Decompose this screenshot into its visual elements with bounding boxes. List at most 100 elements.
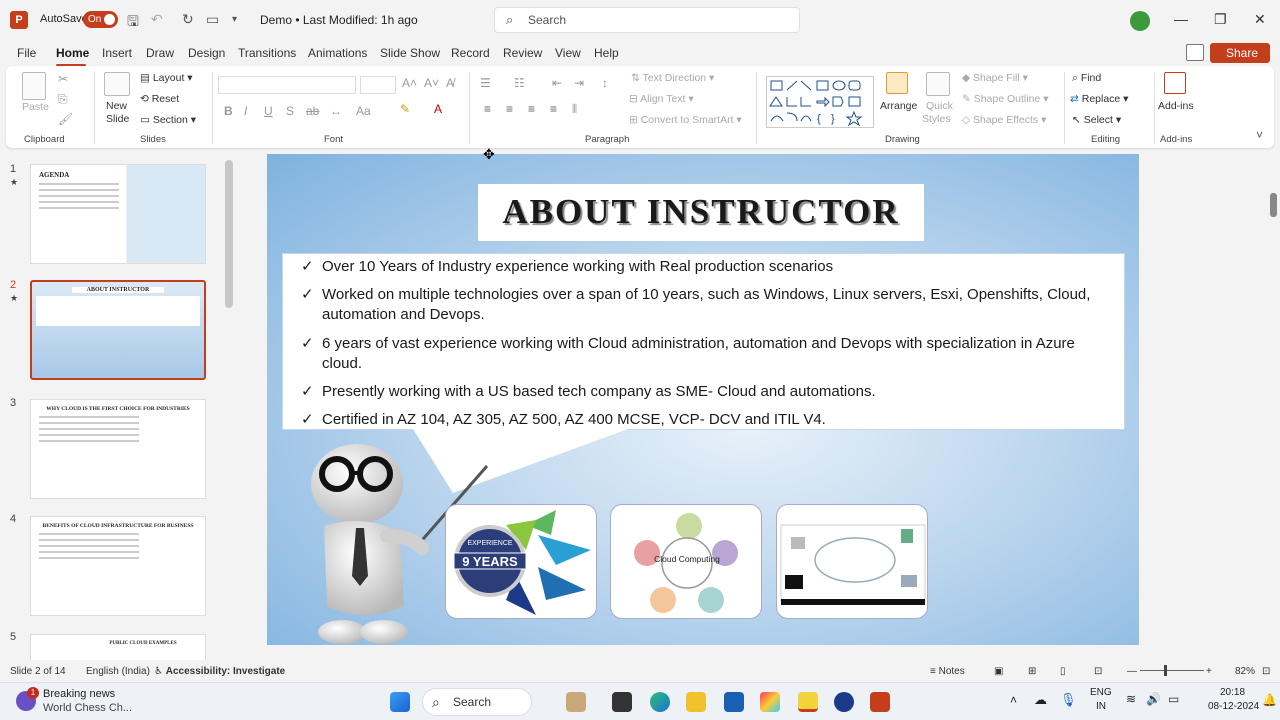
align-left-icon[interactable]: ≡	[484, 102, 491, 116]
slide-thumbnail-3[interactable]: WHY CLOUD IS THE FIRST CHOICE FOR INDUST…	[30, 399, 206, 499]
store-icon[interactable]	[724, 692, 744, 712]
bullets-icon[interactable]: ☰	[480, 76, 491, 90]
battery-icon[interactable]: ▭	[1168, 692, 1179, 706]
tab-animations[interactable]: Animations	[308, 46, 367, 60]
normal-view-icon[interactable]: ▣	[994, 666, 1003, 677]
new-slide-icon[interactable]	[104, 72, 130, 96]
grow-font-icon[interactable]: A˄	[402, 76, 417, 90]
align-text-button[interactable]: ⊟ Align Text ▾	[629, 93, 694, 105]
shape-outline-button[interactable]: ✎ Shape Outline ▾	[962, 93, 1048, 105]
avatar[interactable]	[1130, 11, 1150, 31]
experience-image[interactable]: EXPERIENCE 9 YEARS	[445, 504, 597, 619]
volume-icon[interactable]: 🔊	[1146, 692, 1161, 706]
tab-view[interactable]: View	[555, 46, 581, 60]
autosave-toggle[interactable]: On	[83, 11, 118, 28]
slide-canvas[interactable]: ABOUT INSTRUCTOR ✓ Over 10 Years of Indus…	[267, 154, 1139, 645]
clear-format-icon[interactable]: A̸	[446, 76, 454, 90]
zoom-level[interactable]: 82%	[1235, 666, 1255, 677]
shadow-icon[interactable]: S	[286, 104, 294, 118]
add-ins-label[interactable]: Add-ins	[1158, 100, 1194, 112]
zoom-slider[interactable]	[1140, 670, 1204, 671]
slide-thumbnail-2[interactable]: ABOUT INSTRUCTOR	[30, 280, 206, 380]
tab-slide-show[interactable]: Slide Show	[380, 46, 440, 60]
quick-styles-icon[interactable]	[926, 72, 950, 96]
line-spacing-icon[interactable]: ↕	[602, 76, 608, 90]
tab-insert[interactable]: Insert	[102, 46, 132, 60]
clock-date[interactable]: 08-12-2024	[1208, 701, 1259, 712]
arrange-icon[interactable]	[886, 72, 908, 94]
editor-scrollbar[interactable]	[1270, 193, 1277, 217]
title-placeholder[interactable]: ABOUT INSTRUCTOR	[478, 184, 924, 241]
news-title[interactable]: Breaking news	[43, 688, 115, 700]
present-icon[interactable]: ▭	[206, 11, 219, 28]
comments-icon[interactable]	[1186, 44, 1204, 61]
text-direction-button[interactable]: ⇅ Text Direction ▾	[631, 72, 714, 84]
add-ins-icon[interactable]	[1164, 72, 1186, 94]
slide-thumbnail-5[interactable]: PUBLIC CLOUD EXAMPLES	[30, 634, 206, 660]
reading-view-icon[interactable]: ▯	[1060, 666, 1066, 677]
document-title[interactable]: Demo • Last Modified: 1h ago	[260, 13, 418, 27]
thumbnail-scrollbar[interactable]	[225, 160, 233, 308]
copy-icon[interactable]: ⎘	[58, 92, 68, 107]
tab-review[interactable]: Review	[503, 46, 542, 60]
redo-icon[interactable]: ↻	[182, 11, 194, 28]
undo-icon[interactable]: ↶	[151, 11, 163, 28]
highlight-icon[interactable]: ✎	[400, 102, 410, 116]
arrange-label[interactable]: Arrange	[880, 100, 917, 112]
font-size-select[interactable]	[360, 76, 396, 94]
columns-icon[interactable]: ⫴	[572, 102, 577, 117]
tab-record[interactable]: Record	[451, 46, 490, 60]
underline-icon[interactable]: U	[264, 104, 273, 118]
convert-smartart-button[interactable]: ⊞ Convert to SmartArt ▾	[629, 114, 742, 126]
save-icon[interactable]: 🖫	[127, 11, 139, 35]
copilot-icon[interactable]	[760, 692, 780, 712]
cloud-computing-image[interactable]: Cloud Computing	[610, 504, 762, 619]
slide-thumbnail-1[interactable]: AGENDA	[30, 164, 206, 264]
shapes-gallery[interactable]: { }	[766, 76, 874, 128]
collapse-ribbon-icon[interactable]: ˅	[1256, 128, 1263, 142]
quick-styles-label-1[interactable]: Quick	[926, 100, 953, 112]
zoom-app-icon[interactable]	[834, 692, 854, 712]
zoom-out-icon[interactable]: —	[1127, 666, 1137, 677]
slide-thumbnail-4[interactable]: BENEFITS OF CLOUD INFRASTRUCTURE FOR BUS…	[30, 516, 206, 616]
italic-icon[interactable]: I	[244, 104, 247, 118]
format-painter-icon[interactable]: 🖌	[58, 112, 73, 126]
file-explorer-icon[interactable]	[686, 692, 706, 712]
cut-icon[interactable]: ✂	[58, 72, 68, 86]
sticky-notes-icon[interactable]	[798, 692, 818, 712]
slideshow-view-icon[interactable]: ⊡	[1094, 666, 1102, 677]
tab-help[interactable]: Help	[594, 46, 619, 60]
content-placeholder[interactable]: ✓ Over 10 Years of Industry experience wo…	[282, 253, 1125, 430]
search-box[interactable]: ⌕ Search	[494, 7, 800, 33]
slide-sorter-icon[interactable]: ⊞	[1028, 666, 1036, 677]
increase-indent-icon[interactable]: ⇥	[574, 76, 584, 90]
notes-button[interactable]: ≡ Notes	[930, 666, 965, 677]
paste-label[interactable]: Paste	[22, 101, 49, 113]
fit-to-window-icon[interactable]: ⊡	[1262, 666, 1270, 677]
tab-home[interactable]: Home	[56, 46, 89, 60]
language-region[interactable]: IN	[1096, 701, 1106, 712]
new-slide-label-2[interactable]: Slide	[106, 113, 129, 125]
notification-bell-icon[interactable]: 🔔	[1262, 693, 1277, 707]
justify-icon[interactable]: ≡	[550, 102, 557, 116]
tab-file[interactable]: File	[17, 46, 36, 60]
layout-button[interactable]: ▤ Layout ▾	[140, 72, 193, 84]
char-spacing-icon[interactable]: ↔	[330, 104, 342, 118]
font-family-select[interactable]	[218, 76, 356, 94]
customize-qat-icon[interactable]: ▾	[232, 14, 237, 25]
tab-draw[interactable]: Draw	[146, 46, 174, 60]
accessibility-button[interactable]: ♿ Accessibility: Investigate	[154, 666, 285, 677]
font-color-icon[interactable]: A	[434, 102, 442, 116]
language-indicator[interactable]: English (India)	[86, 666, 150, 677]
clock-time[interactable]: 20:18	[1220, 687, 1245, 698]
align-right-icon[interactable]: ≡	[528, 102, 535, 116]
language-code[interactable]: ENG	[1090, 687, 1112, 698]
change-case-icon[interactable]: Aa	[356, 104, 371, 118]
section-button[interactable]: ▭ Section ▾	[140, 114, 196, 126]
wifi-icon[interactable]: ≋	[1126, 692, 1136, 706]
bold-icon[interactable]: B	[224, 104, 233, 118]
cortana-image-icon[interactable]	[566, 692, 586, 712]
edge-icon[interactable]	[650, 692, 670, 712]
align-center-icon[interactable]: ≡	[506, 102, 513, 116]
cloud-concept-image[interactable]	[776, 504, 928, 619]
